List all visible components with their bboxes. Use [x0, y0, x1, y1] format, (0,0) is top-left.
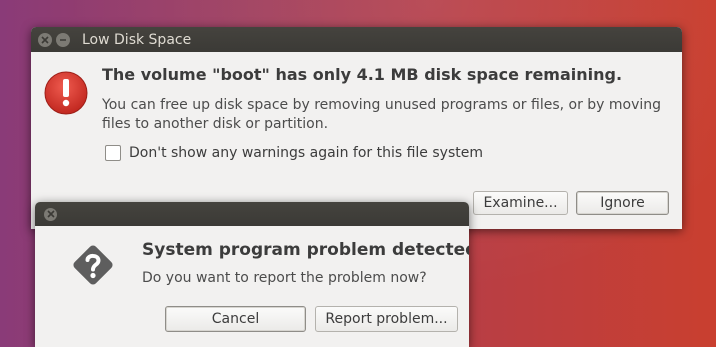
- low-disk-titlebar[interactable]: Low Disk Space: [31, 27, 682, 52]
- examine-button[interactable]: Examine...: [473, 191, 568, 215]
- close-icon[interactable]: [44, 207, 57, 221]
- minimize-icon[interactable]: [56, 32, 70, 47]
- dont-show-checkbox-row[interactable]: Don't show any warnings again for this f…: [105, 145, 483, 161]
- error-icon: [43, 70, 89, 116]
- problem-dialog: System program problem detected Do you w…: [35, 202, 469, 347]
- report-problem-button[interactable]: Report problem...: [315, 306, 458, 332]
- question-icon: [68, 240, 118, 290]
- problem-heading: System program problem detected: [142, 240, 469, 260]
- ignore-button[interactable]: Ignore: [576, 191, 669, 215]
- dont-show-checkbox[interactable]: [105, 145, 121, 161]
- dialog-message: You can free up disk space by removing u…: [102, 96, 661, 134]
- low-disk-space-dialog: Low Disk Space The volume "boot" has onl…: [31, 27, 682, 229]
- message-line-1: You can free up disk space by removing u…: [102, 97, 662, 113]
- problem-titlebar[interactable]: [35, 202, 469, 226]
- dont-show-checkbox-label: Don't show any warnings again for this f…: [129, 145, 483, 161]
- cancel-button[interactable]: Cancel: [165, 306, 306, 332]
- dialog-heading: The volume "boot" has only 4.1 MB disk s…: [102, 65, 623, 84]
- close-icon[interactable]: [38, 32, 52, 47]
- problem-message: Do you want to report the problem now?: [142, 270, 427, 286]
- message-line-2: files to another disk or partition.: [102, 116, 329, 132]
- window-title: Low Disk Space: [82, 31, 192, 48]
